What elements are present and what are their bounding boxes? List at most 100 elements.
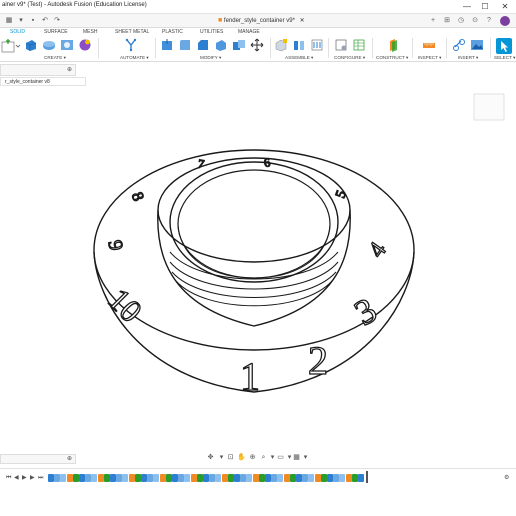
- timeline-feature-icon[interactable]: [48, 474, 54, 482]
- timeline-feature-icon[interactable]: [72, 474, 79, 482]
- table-icon[interactable]: [352, 38, 366, 52]
- insert-group-label[interactable]: INSERT ▾: [458, 55, 478, 61]
- timeline-feature-icon[interactable]: [221, 474, 228, 482]
- extrude-icon[interactable]: [24, 38, 38, 52]
- timeline-feature-icon[interactable]: [91, 474, 98, 482]
- press-pull-icon[interactable]: [160, 38, 174, 52]
- joint-icon[interactable]: [292, 38, 306, 52]
- configure-icon[interactable]: [334, 38, 348, 52]
- assemble-group-label[interactable]: ASSEMBLE ▾: [285, 55, 313, 61]
- timeline-feature-icon[interactable]: [178, 474, 185, 482]
- timeline-feature-icon[interactable]: [283, 474, 290, 482]
- notification-icon[interactable]: ⊙: [470, 16, 480, 26]
- browser-pin-icon[interactable]: ⊕: [67, 66, 72, 73]
- grid-icon[interactable]: ▦: [4, 16, 14, 26]
- form-icon[interactable]: [78, 38, 92, 52]
- timeline-feature-icon[interactable]: [289, 474, 296, 482]
- combine-icon[interactable]: [232, 38, 246, 52]
- new-component-icon[interactable]: [274, 38, 288, 52]
- timeline-settings-icon[interactable]: ⚙: [504, 474, 510, 482]
- timeline-feature-icon[interactable]: [147, 474, 154, 482]
- timeline-feature-icon[interactable]: [265, 474, 271, 482]
- timeline-feature-icon[interactable]: [240, 474, 247, 482]
- go-to-end-icon[interactable]: ⏭: [38, 474, 44, 482]
- timeline-feature-icon[interactable]: [196, 474, 203, 482]
- fillet-icon[interactable]: [178, 38, 192, 52]
- tab-surface[interactable]: SURFACE: [44, 28, 68, 36]
- timeline-feature-icon[interactable]: [110, 474, 116, 482]
- timeline-feature-icon[interactable]: [296, 474, 302, 482]
- plane-icon[interactable]: [386, 38, 400, 52]
- canvas-viewport[interactable]: 1 2 3 4 5 6 7 8 9 10: [0, 86, 516, 448]
- timeline-feature-icon[interactable]: [190, 474, 197, 482]
- maximize-button[interactable]: ☐: [478, 1, 492, 13]
- timeline-feature-icon[interactable]: [54, 474, 61, 482]
- measure-icon[interactable]: [422, 38, 436, 52]
- workspace-switcher-icon[interactable]: [0, 38, 22, 56]
- redo-icon[interactable]: ↷: [52, 16, 62, 26]
- timeline-feature-icon[interactable]: [128, 474, 135, 482]
- browser-panel-header[interactable]: ⊕: [0, 64, 76, 76]
- timeline-feature-icon[interactable]: [159, 474, 166, 482]
- timeline-feature-icon[interactable]: [134, 474, 141, 482]
- timeline-feature-icon[interactable]: [246, 474, 253, 482]
- undo-icon[interactable]: ↶: [40, 16, 50, 26]
- timeline-feature-icon[interactable]: [302, 474, 309, 482]
- timeline-feature-icon[interactable]: [314, 474, 321, 482]
- document-tab[interactable]: ■ fender_style_container v9* ✕: [218, 15, 305, 27]
- step-back-icon[interactable]: ◀: [14, 474, 20, 482]
- timeline-feature-icon[interactable]: [79, 474, 85, 482]
- timeline-feature-icon[interactable]: [103, 474, 110, 482]
- timeline-feature-icon[interactable]: [153, 474, 160, 482]
- save-icon[interactable]: ▪: [28, 16, 38, 26]
- select-group-label[interactable]: SELECT ▾: [494, 55, 515, 61]
- timeline-feature-icon[interactable]: [227, 474, 234, 482]
- tab-utilities[interactable]: UTILITIES: [200, 28, 223, 36]
- timeline-feature-icon[interactable]: [122, 474, 129, 482]
- timeline-feature-icon[interactable]: [203, 474, 209, 482]
- inspect-group-label[interactable]: INSPECT ▾: [418, 55, 441, 61]
- extensions-icon[interactable]: ⊞: [442, 16, 452, 26]
- close-window-button[interactable]: ✕: [498, 1, 512, 13]
- fit-icon[interactable]: ⌕: [259, 453, 268, 462]
- timeline-marker[interactable]: [366, 471, 368, 483]
- zoom-icon[interactable]: ⊕: [248, 453, 257, 462]
- look-at-icon[interactable]: ⊡: [226, 453, 235, 462]
- grid-settings-icon[interactable]: ▦: [292, 453, 301, 462]
- close-tab-icon[interactable]: ✕: [300, 18, 305, 24]
- timeline-feature-icon[interactable]: [165, 474, 172, 482]
- chevron-down-icon[interactable]: ▾: [16, 16, 26, 26]
- revolve-icon[interactable]: [42, 38, 56, 52]
- minimize-button[interactable]: —: [460, 1, 474, 13]
- timeline-feature-icon[interactable]: [66, 474, 73, 482]
- configure-group-label[interactable]: CONFIGURE ▾: [334, 55, 365, 61]
- view-cube[interactable]: [473, 93, 505, 121]
- timeline-feature-icon[interactable]: [333, 474, 340, 482]
- as-built-joint-icon[interactable]: [310, 38, 324, 52]
- timeline-feature-icon[interactable]: [184, 474, 191, 482]
- chevron-down-icon[interactable]: ▾: [217, 453, 226, 462]
- automate-group-label[interactable]: AUTOMATE ▾: [120, 55, 149, 61]
- timeline-feature-icon[interactable]: [351, 474, 358, 482]
- modify-group-label[interactable]: MODIFY ▾: [200, 55, 221, 61]
- insert-link-icon[interactable]: [452, 38, 466, 52]
- timeline-feature-icon[interactable]: [215, 474, 222, 482]
- play-icon[interactable]: ▶: [22, 474, 28, 482]
- clock-icon[interactable]: ◷: [456, 16, 466, 26]
- tab-sheet-metal[interactable]: SHEET METAL: [115, 28, 149, 36]
- timeline-feature-icon[interactable]: [209, 474, 216, 482]
- timeline-feature-icon[interactable]: [85, 474, 92, 482]
- timeline-feature-icon[interactable]: [97, 474, 104, 482]
- timeline-feature-icon[interactable]: [252, 474, 259, 482]
- comments-pin-icon[interactable]: ⊕: [67, 455, 72, 462]
- timeline-feature-icon[interactable]: [116, 474, 123, 482]
- comments-panel-header[interactable]: ⊕: [0, 454, 76, 464]
- go-to-start-icon[interactable]: ⏮: [6, 474, 12, 482]
- timeline-feature-icon[interactable]: [258, 474, 265, 482]
- timeline-feature-icon[interactable]: [141, 474, 147, 482]
- timeline-feature-icon[interactable]: [172, 474, 178, 482]
- add-tab-icon[interactable]: +: [428, 16, 438, 26]
- construct-group-label[interactable]: CONSTRUCT ▾: [376, 55, 408, 61]
- tab-manage[interactable]: MANAGE: [238, 28, 260, 36]
- avatar[interactable]: [500, 16, 510, 26]
